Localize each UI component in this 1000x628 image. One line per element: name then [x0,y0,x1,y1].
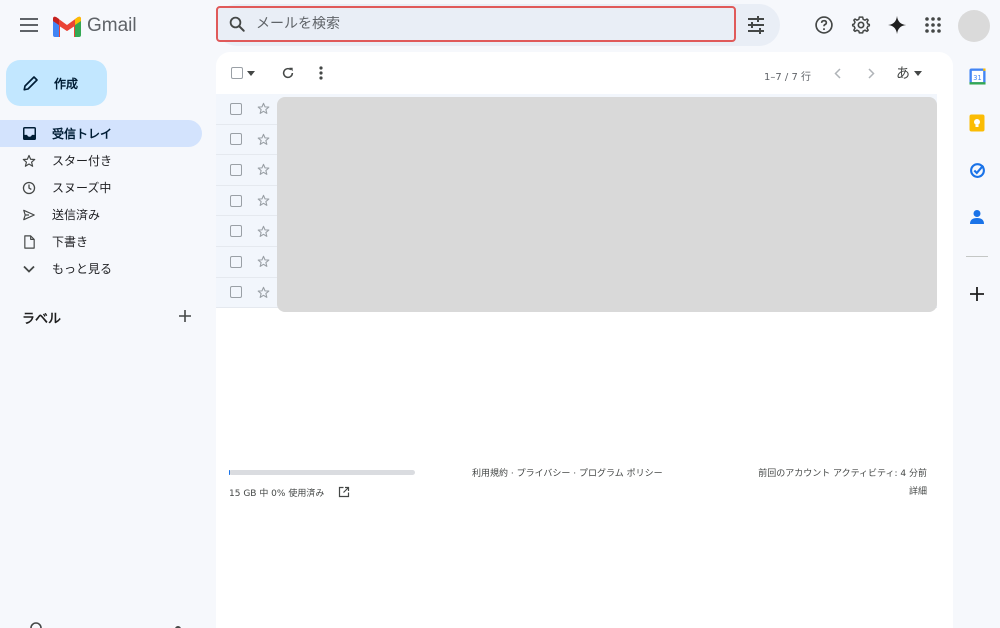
compose-button[interactable]: 作成 [6,60,107,106]
star-icon[interactable] [256,194,270,208]
draft-icon [22,234,36,249]
tasks-app-button[interactable] [966,159,988,181]
storage-usage-bar [229,470,415,475]
contacts-icon [970,210,984,224]
clipped-icons [30,622,181,628]
older-button[interactable] [864,64,878,82]
row-checkbox[interactable] [230,102,242,115]
pagination-range: 1–7 / 7 行 [764,72,811,83]
gmail-logo-text: Gmail [87,15,137,36]
policy-links[interactable]: 利用規約 · プライバシー · プログラム ポリシー [472,466,663,479]
select-all-checkbox[interactable] [228,64,258,82]
details-link[interactable]: 詳細 [909,484,927,497]
input-tools-button[interactable]: あ [892,62,926,84]
bottom-left-clipped-controls [18,614,198,628]
sidebar-item-label: スター付き [52,154,113,168]
row-checkbox[interactable] [230,255,242,268]
newer-button[interactable] [830,64,844,82]
open-in-new-icon [338,486,350,498]
settings-button[interactable] [849,13,873,37]
sidebar-item-label: もっと見る [52,262,113,276]
star-icon[interactable] [256,163,270,177]
calendar-app-button[interactable]: 31 [966,65,988,87]
send-icon [22,208,36,222]
pencil-icon [23,76,38,91]
create-label-button[interactable] [178,308,194,324]
sidebar-item-snoozed[interactable]: スヌーズ中 [0,174,202,201]
refresh-icon [282,67,294,79]
refresh-button[interactable] [279,64,297,82]
storage-usage-fill [229,470,230,475]
main-panel: 1–7 / 7 行 あ 15 GB 中 0% 使用済み 利用規約 · プライバシ… [216,52,953,628]
contacts-app-button[interactable] [966,206,988,228]
more-vert-icon [319,66,323,80]
keep-app-button[interactable] [966,112,988,134]
plus-icon [970,287,984,301]
sidebar-item-label: スヌーズ中 [52,181,112,195]
star-icon[interactable] [256,132,270,146]
inbox-icon [22,127,36,141]
sidebar-item-inbox[interactable]: 受信トレイ [0,120,202,147]
labels-heading: ラベル [22,312,62,327]
chevron-down-icon [22,262,36,276]
hamburger-icon [20,18,38,32]
keep-icon [969,114,985,132]
search-bar[interactable] [216,6,736,42]
star-icon[interactable] [256,224,270,238]
chevron-right-icon [867,67,875,79]
apps-button[interactable] [921,13,945,37]
gmail-logo[interactable]: Gmail [53,12,137,40]
compose-label: 作成 [54,76,79,91]
row-checkbox[interactable] [230,163,242,176]
get-addons-button[interactable] [966,283,988,305]
clock-icon [22,181,36,195]
sidebar-item-starred[interactable]: スター付き [0,147,202,174]
sidebar-item-label: 下書き [52,235,89,249]
storage-usage-text: 15 GB 中 0% 使用済み [229,489,325,499]
row-checkbox[interactable] [230,286,242,299]
row-checkbox[interactable] [230,194,242,207]
more-options-button[interactable] [313,64,329,82]
apps-grid-icon [925,17,941,33]
main-menu-button[interactable] [16,12,42,38]
help-icon [815,16,833,34]
row-checkbox[interactable] [230,225,242,238]
last-activity-text: 前回のアカウント アクティビティ: 4 分前 [758,469,927,479]
manage-storage-link[interactable] [338,483,352,498]
sidebar-item-sent[interactable]: 送信済み [0,201,202,228]
search-options-button[interactable] [744,13,768,37]
sidebar-nav: 受信トレイ スター付き スヌーズ中 送信済み 下書き もっと見る [0,120,210,282]
row-checkbox[interactable] [230,133,242,146]
gmail-m-icon [53,16,81,37]
help-button[interactable] [812,13,836,37]
caret-down-icon [914,70,922,76]
search-input[interactable] [256,16,696,32]
search-icon[interactable] [228,15,246,33]
svg-text:31: 31 [973,73,981,81]
gemini-button[interactable] [885,13,909,37]
checkbox-square-icon [231,67,243,79]
star-icon [22,154,36,168]
sidebar-item-drafts[interactable]: 下書き [0,228,202,255]
star-icon[interactable] [256,102,270,116]
chevron-left-icon [833,67,841,79]
gear-icon [851,16,871,34]
tasks-icon [969,162,985,178]
sidebar-item-more[interactable]: もっと見る [0,255,202,282]
star-icon[interactable] [256,255,270,269]
side-panel-divider [966,256,988,257]
account-avatar[interactable] [958,10,990,42]
redacted-email-content [277,97,937,312]
star-icon[interactable] [256,285,270,299]
calendar-icon: 31 [968,67,986,85]
tune-icon [748,16,764,34]
caret-down-icon [247,70,255,76]
sidebar-item-label: 送信済み [52,208,101,222]
input-tool-label: あ [896,66,910,82]
sidebar-item-label: 受信トレイ [52,127,113,141]
sparkle-icon [887,15,907,35]
plus-icon [179,310,191,322]
